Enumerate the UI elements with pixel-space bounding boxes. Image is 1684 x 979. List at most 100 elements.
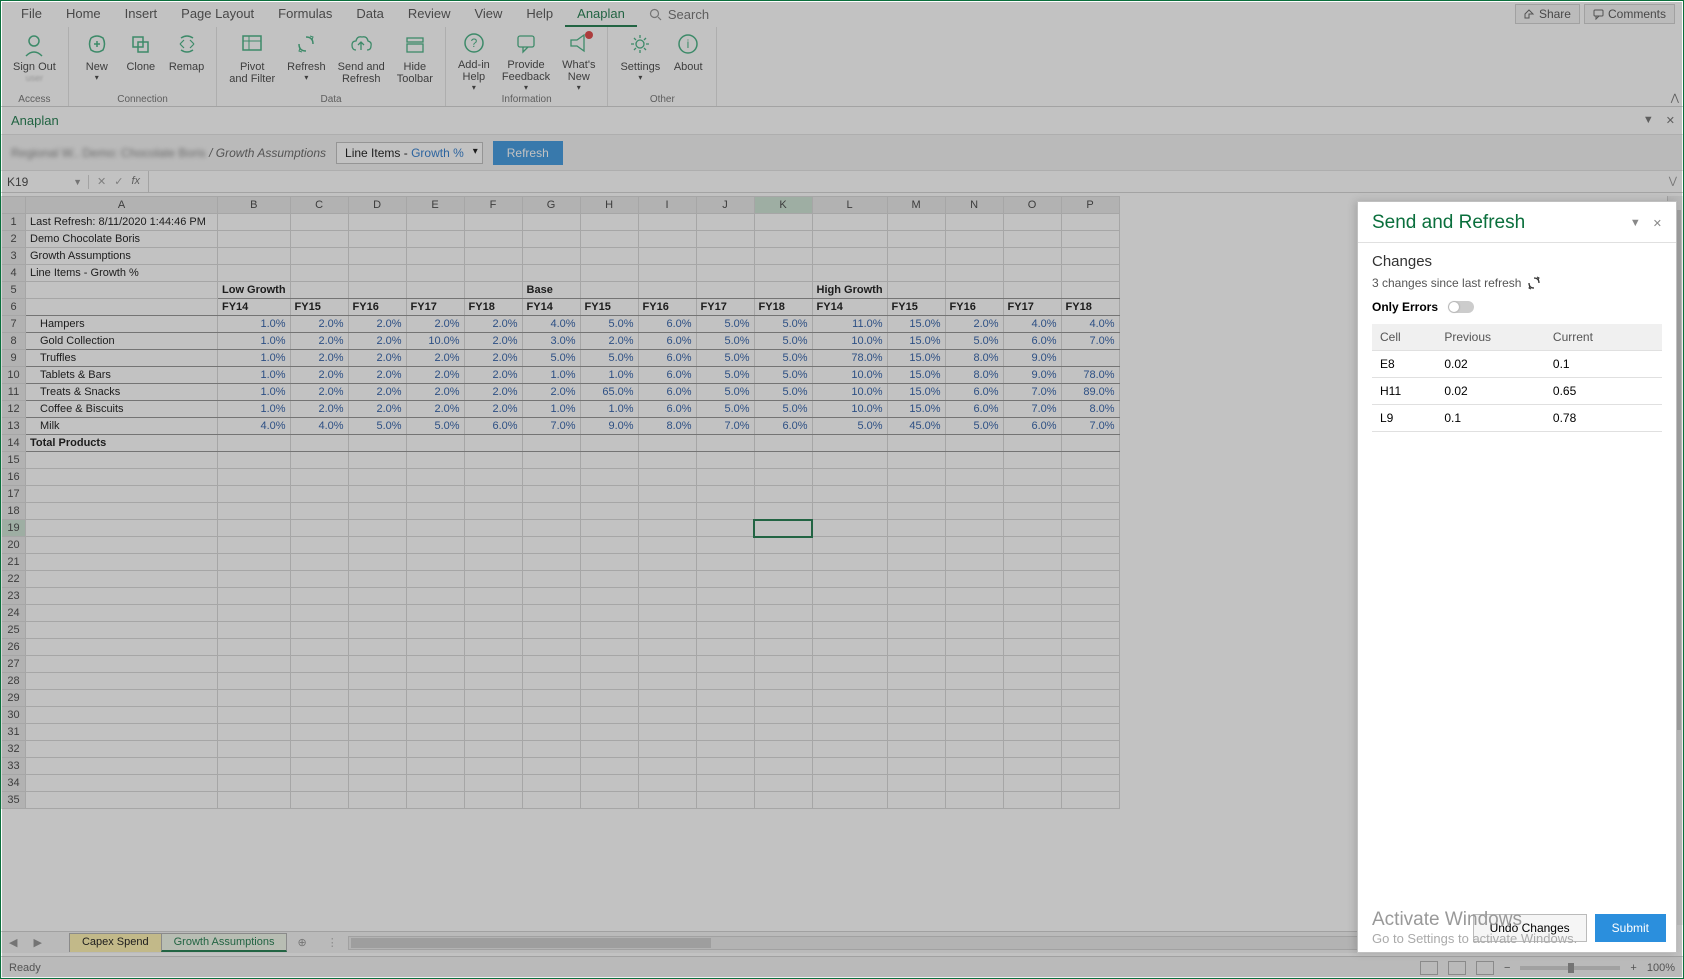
cell[interactable] xyxy=(945,724,1003,741)
search-box[interactable]: Search xyxy=(649,7,709,22)
data-cell[interactable]: 7.0% xyxy=(522,418,580,435)
cell[interactable] xyxy=(522,605,580,622)
cell[interactable] xyxy=(522,520,580,537)
cell[interactable] xyxy=(26,758,218,775)
data-cell[interactable]: 5.0% xyxy=(696,384,754,401)
cell[interactable] xyxy=(580,486,638,503)
cell[interactable] xyxy=(1061,639,1119,656)
cell[interactable] xyxy=(812,588,887,605)
col-header-D[interactable]: D xyxy=(348,197,406,214)
cell[interactable] xyxy=(290,554,348,571)
cell[interactable] xyxy=(754,792,812,809)
cell[interactable] xyxy=(290,758,348,775)
data-cell[interactable]: 2.0% xyxy=(580,333,638,350)
row-header-28[interactable]: 28 xyxy=(2,673,26,690)
cell[interactable] xyxy=(945,503,1003,520)
cell[interactable] xyxy=(26,622,218,639)
cell[interactable] xyxy=(580,690,638,707)
info-cell[interactable]: Last Refresh: 8/11/2020 1:44:46 PM xyxy=(26,214,218,231)
cell[interactable] xyxy=(348,724,406,741)
cell[interactable] xyxy=(580,792,638,809)
submit-button[interactable]: Submit xyxy=(1595,914,1666,942)
cell[interactable] xyxy=(1003,571,1061,588)
product-label[interactable]: Hampers xyxy=(26,316,218,333)
cell[interactable] xyxy=(638,622,696,639)
cell[interactable] xyxy=(464,588,522,605)
cell[interactable] xyxy=(1061,690,1119,707)
data-cell[interactable]: 15.0% xyxy=(887,333,945,350)
cell[interactable] xyxy=(812,707,887,724)
data-cell[interactable]: 8.0% xyxy=(945,367,1003,384)
cell[interactable] xyxy=(945,707,1003,724)
data-cell[interactable]: 6.0% xyxy=(638,401,696,418)
cell[interactable] xyxy=(218,673,291,690)
cell[interactable] xyxy=(1003,469,1061,486)
col-header-C[interactable]: C xyxy=(290,197,348,214)
cell[interactable] xyxy=(464,724,522,741)
cell[interactable] xyxy=(406,792,464,809)
cell[interactable] xyxy=(26,639,218,656)
sheet-nav-next-icon[interactable]: ▶ xyxy=(25,936,49,949)
data-cell[interactable]: 6.0% xyxy=(1003,418,1061,435)
cell[interactable] xyxy=(464,673,522,690)
cell[interactable] xyxy=(464,792,522,809)
cell[interactable] xyxy=(945,588,1003,605)
data-cell[interactable]: 11.0% xyxy=(812,316,887,333)
cell[interactable] xyxy=(887,775,945,792)
cell[interactable] xyxy=(812,792,887,809)
cell[interactable] xyxy=(945,690,1003,707)
cell[interactable] xyxy=(812,724,887,741)
data-cell[interactable]: 5.0% xyxy=(945,333,1003,350)
row-header-12[interactable]: 12 xyxy=(2,401,26,418)
cell[interactable] xyxy=(522,775,580,792)
cell[interactable] xyxy=(290,452,348,469)
data-cell[interactable]: 10.0% xyxy=(812,401,887,418)
cell[interactable] xyxy=(696,656,754,673)
cell[interactable] xyxy=(348,503,406,520)
cell[interactable] xyxy=(580,520,638,537)
cell[interactable] xyxy=(696,486,754,503)
data-cell[interactable]: 5.0% xyxy=(696,333,754,350)
cell[interactable] xyxy=(945,741,1003,758)
row-header-34[interactable]: 34 xyxy=(2,775,26,792)
active-cell[interactable] xyxy=(754,520,812,537)
cell[interactable] xyxy=(290,707,348,724)
cell[interactable] xyxy=(638,690,696,707)
cell[interactable] xyxy=(696,469,754,486)
cell[interactable] xyxy=(26,656,218,673)
data-cell[interactable]: 4.0% xyxy=(290,418,348,435)
data-cell[interactable]: 1.0% xyxy=(580,367,638,384)
cell[interactable] xyxy=(290,622,348,639)
row-header-4[interactable]: 4 xyxy=(2,265,26,282)
cell[interactable] xyxy=(26,673,218,690)
clone-button[interactable]: Clone xyxy=(119,29,163,92)
cell[interactable] xyxy=(945,758,1003,775)
cell[interactable] xyxy=(580,741,638,758)
row-header-19[interactable]: 19 xyxy=(2,520,26,537)
col-header-O[interactable]: O xyxy=(1003,197,1061,214)
zoom-slider[interactable] xyxy=(1520,966,1620,970)
data-cell[interactable]: 4.0% xyxy=(218,418,291,435)
cell[interactable] xyxy=(580,571,638,588)
data-cell[interactable]: 3.0% xyxy=(522,333,580,350)
cell[interactable] xyxy=(218,775,291,792)
data-cell[interactable]: 2.0% xyxy=(522,384,580,401)
cell[interactable] xyxy=(522,707,580,724)
data-cell[interactable]: 5.0% xyxy=(754,316,812,333)
cell[interactable] xyxy=(406,554,464,571)
info-cell[interactable]: Line Items - Growth % xyxy=(26,265,218,282)
cell[interactable] xyxy=(218,690,291,707)
cell[interactable] xyxy=(522,673,580,690)
cell[interactable] xyxy=(464,741,522,758)
cell[interactable] xyxy=(696,537,754,554)
cell[interactable] xyxy=(887,792,945,809)
cell[interactable] xyxy=(580,469,638,486)
cell[interactable] xyxy=(218,707,291,724)
cell[interactable] xyxy=(696,605,754,622)
cell[interactable] xyxy=(580,639,638,656)
cell[interactable] xyxy=(464,520,522,537)
cell[interactable] xyxy=(580,503,638,520)
whats-new-button[interactable]: What's New▾ xyxy=(556,29,601,92)
cell[interactable] xyxy=(406,775,464,792)
change-row[interactable]: E80.020.1 xyxy=(1372,351,1662,378)
